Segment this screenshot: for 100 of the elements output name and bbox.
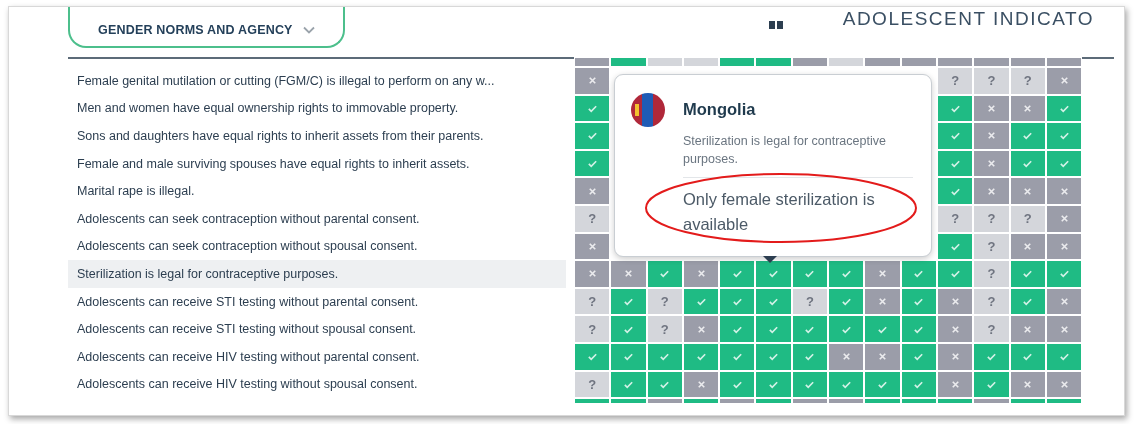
unknown-mark: ? (805, 294, 814, 310)
indicator-text: Sterilization is legal for contraceptive purposes. (683, 132, 913, 178)
check-icon (695, 296, 707, 308)
cross-icon (949, 296, 961, 308)
cross-icon (1058, 378, 1070, 390)
unknown-mark: ? (987, 73, 996, 89)
unknown-mark: ? (588, 294, 597, 310)
cross-icon (877, 351, 888, 363)
check-icon (1058, 130, 1070, 142)
indicator-label[interactable]: Adolescents can receive HIV testing without spousal consent. (68, 370, 566, 399)
indicator-label[interactable]: Adolescents can receive STI testing without parental consent. (68, 287, 566, 316)
indicator-label[interactable]: Adolescents can receive STI testing without spousal consent. (68, 315, 566, 343)
flag-icon (631, 93, 665, 127)
unknown-mark: ? (987, 294, 996, 310)
cross-icon (985, 102, 997, 114)
cross-icon (949, 378, 961, 390)
check-icon (913, 296, 925, 308)
check-icon (695, 351, 707, 363)
check-icon (1022, 158, 1034, 170)
cross-icon (586, 75, 598, 87)
cross-icon (949, 351, 961, 363)
unknown-mark: ? (588, 321, 597, 337)
cross-icon (985, 130, 997, 142)
indicator-label[interactable]: Adolescents can seek contraception without spousal consent. (68, 232, 566, 261)
check-icon (768, 351, 780, 363)
indicator-label[interactable]: Marital rape is illegal. (68, 177, 566, 205)
check-icon (1058, 158, 1070, 170)
cross-icon (1022, 378, 1034, 390)
cross-icon (877, 268, 888, 280)
check-icon (1022, 296, 1034, 308)
check-icon (804, 268, 816, 280)
grid-icon[interactable] (768, 21, 783, 29)
check-icon (768, 296, 780, 308)
indicator-label[interactable]: Adolescents can receive HIV testing without parental consent. (68, 342, 566, 371)
cross-icon (695, 378, 707, 390)
check-icon (840, 296, 852, 308)
pointer-icon (763, 256, 777, 263)
check-icon (949, 158, 961, 170)
check-icon (586, 158, 598, 170)
check-icon (731, 268, 743, 280)
cross-icon (1022, 323, 1034, 335)
check-icon (659, 351, 671, 363)
check-icon (731, 351, 743, 363)
cross-icon (1022, 102, 1034, 114)
check-icon (949, 130, 961, 142)
check-icon (1022, 351, 1034, 363)
cross-icon (695, 323, 707, 335)
unknown-mark: ? (987, 321, 996, 337)
cross-icon (1058, 296, 1070, 308)
check-icon (949, 268, 961, 280)
check-icon (804, 351, 816, 363)
note-text: Only female sterilization is available (683, 189, 876, 235)
cross-icon (1022, 240, 1034, 252)
cross-icon (949, 323, 961, 335)
cross-icon (1058, 75, 1070, 87)
cross-icon (586, 185, 598, 197)
indicator-label[interactable]: Sons and daughters have equal rights to inherit assets from their parents. (68, 122, 566, 150)
cross-icon (985, 185, 997, 197)
check-icon (1022, 268, 1034, 280)
check-icon (586, 351, 598, 363)
indicator-label[interactable]: Female and male surviving spouses have equal rights to inherit assets. (68, 149, 566, 178)
unknown-mark: ? (987, 238, 996, 254)
check-icon (768, 268, 780, 280)
cross-icon (840, 351, 852, 363)
unknown-mark: ? (660, 294, 669, 310)
cross-icon (877, 296, 888, 308)
unknown-mark: ? (1023, 73, 1032, 89)
check-icon (1058, 268, 1070, 280)
check-icon (913, 268, 925, 280)
cross-icon (985, 158, 997, 170)
unknown-mark: ? (1023, 211, 1032, 227)
country-name: Mongolia (683, 100, 757, 119)
check-icon (1058, 351, 1070, 363)
unknown-mark: ? (660, 321, 669, 337)
indicator-label[interactable]: Men and women have equal ownership rights to immovable property. (68, 94, 566, 123)
cross-icon (1058, 213, 1070, 225)
cross-icon (1022, 185, 1034, 197)
check-icon (840, 268, 852, 280)
check-icon (586, 130, 598, 142)
indicator-label[interactable]: Sterilization is legal for contraceptive purposes. (68, 260, 566, 288)
cross-icon (695, 268, 707, 280)
indicator-label[interactable]: Adolescents can seek contraception without parental consent. (68, 204, 566, 233)
unknown-mark: ? (588, 211, 597, 227)
check-icon (622, 296, 634, 308)
cross-icon (1058, 323, 1070, 335)
cross-icon (586, 268, 598, 280)
check-icon (985, 351, 997, 363)
check-icon (1022, 130, 1034, 142)
unknown-mark: ? (987, 211, 996, 227)
unknown-mark: ? (987, 266, 996, 282)
category-dropdown[interactable]: GENDER NORMS AND AGENCY (68, 7, 345, 48)
cross-icon (586, 240, 598, 252)
check-icon (731, 296, 743, 308)
cross-icon (622, 268, 634, 280)
unknown-mark: ? (951, 73, 960, 89)
check-icon (622, 351, 634, 363)
page-title: ADOLESCENT INDICATO (842, 8, 1094, 30)
indicator-label[interactable]: Female genital mutilation or cutting (FGM/C) is illegal to perform on any w... (68, 67, 566, 95)
check-icon (913, 351, 925, 363)
unknown-mark: ? (951, 211, 960, 227)
